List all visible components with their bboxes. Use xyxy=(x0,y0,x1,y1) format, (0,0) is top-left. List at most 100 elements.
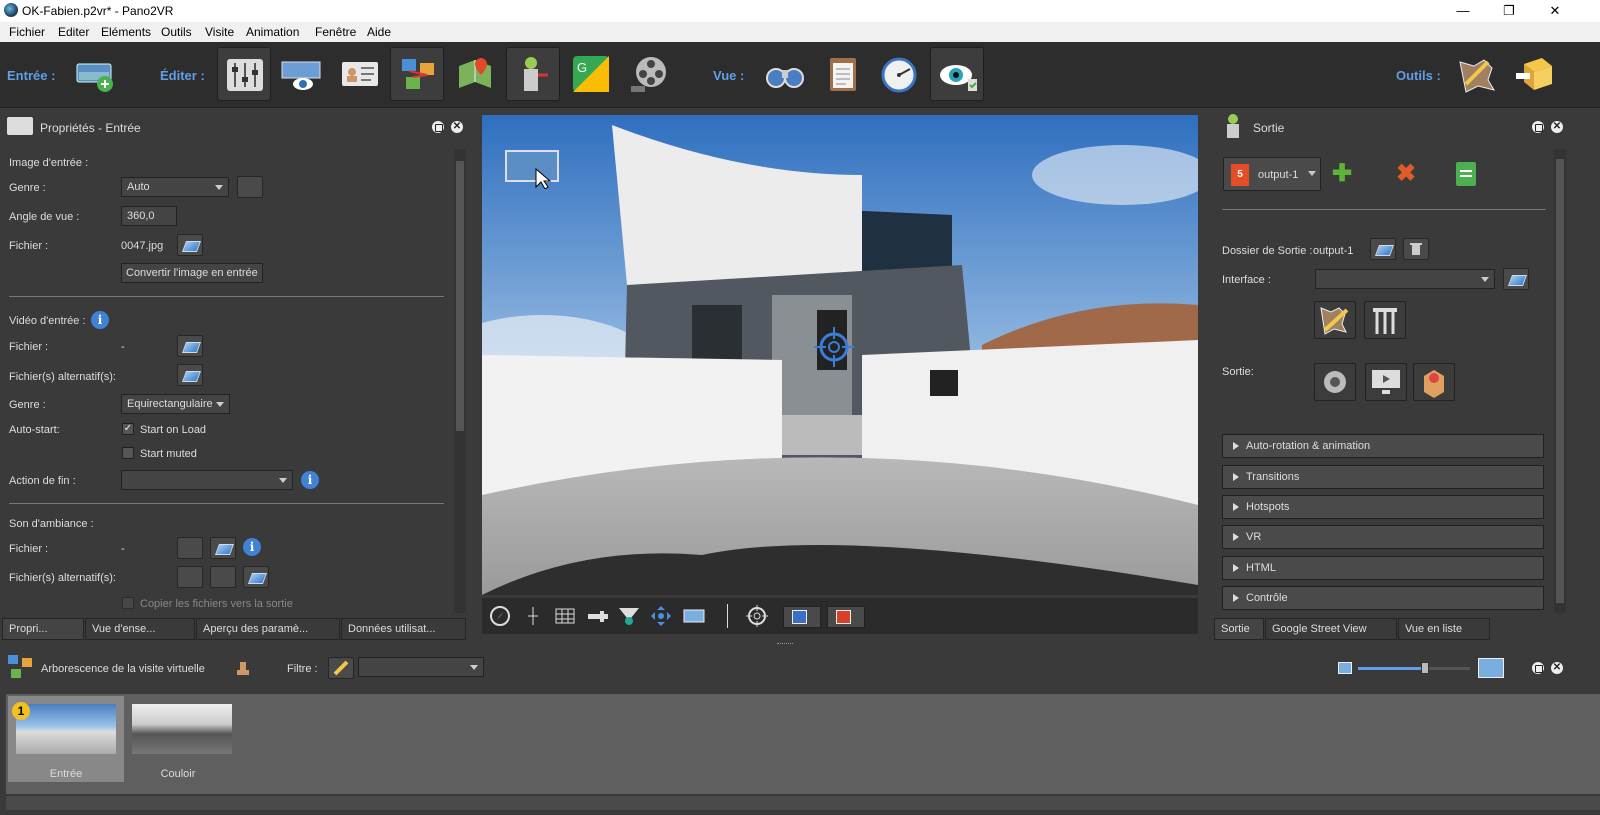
tab-vue-en-liste[interactable]: Vue en liste xyxy=(1398,618,1490,640)
copy-icon[interactable] xyxy=(237,176,263,198)
folder-icon[interactable] xyxy=(210,537,236,559)
tour-map-icon[interactable] xyxy=(390,47,444,101)
pencil-icon[interactable] xyxy=(328,657,354,679)
start-muted-checkbox[interactable] xyxy=(122,447,134,459)
menu-animation[interactable]: Animation xyxy=(246,25,299,39)
level-icon[interactable] xyxy=(586,604,610,628)
convert-button[interactable]: Convertir l'image en entrée xyxy=(121,263,263,283)
close-window-button[interactable]: ✕ xyxy=(1532,0,1578,22)
node-entree[interactable]: 1 Entrée xyxy=(8,696,124,782)
scrollbar[interactable] xyxy=(1554,149,1566,613)
section-html[interactable]: HTML xyxy=(1222,556,1544,580)
stamp-icon[interactable] xyxy=(236,660,258,678)
restore-button[interactable]: ❐ xyxy=(1486,0,1532,22)
folder-icon[interactable] xyxy=(177,364,203,386)
minimize-button[interactable]: — xyxy=(1440,0,1486,22)
target-icon[interactable] xyxy=(745,604,769,628)
sliders-icon[interactable] xyxy=(217,47,271,101)
folder-icon[interactable] xyxy=(177,335,203,357)
close-icon[interactable]: ✕ xyxy=(1551,121,1563,133)
tour-tool-icon[interactable] xyxy=(1449,47,1503,101)
close-icon[interactable]: ✕ xyxy=(451,121,463,133)
tab-proprietes[interactable]: Propri... xyxy=(2,618,84,640)
info-icon[interactable]: i xyxy=(301,471,319,489)
tab-google-street-view[interactable]: Google Street View xyxy=(1265,618,1397,640)
genre-select[interactable]: Auto xyxy=(121,177,229,197)
eye-check-icon[interactable] xyxy=(930,47,984,101)
folder-icon[interactable] xyxy=(1503,268,1529,290)
menu-fichier[interactable]: Fichier xyxy=(9,25,45,39)
add-output-icon[interactable]: ✚ xyxy=(1332,162,1368,187)
zoom-slider[interactable] xyxy=(1358,662,1470,674)
node-couloir[interactable]: Couloir xyxy=(128,696,244,782)
tab-sortie[interactable]: Sortie xyxy=(1214,618,1264,640)
play-icon[interactable] xyxy=(177,537,203,559)
menu-visite[interactable]: Visite xyxy=(205,25,234,39)
start-on-load-checkbox[interactable]: ✓ xyxy=(122,423,134,435)
gauge-icon[interactable] xyxy=(872,47,926,101)
gear-icon[interactable] xyxy=(210,566,236,588)
tools-icon[interactable] xyxy=(1364,301,1406,339)
scrollbar[interactable] xyxy=(454,149,466,613)
gear-icon[interactable] xyxy=(1314,363,1356,401)
tab-vue-ensemble[interactable]: Vue d'ense... xyxy=(85,618,195,640)
section-auto-rotation[interactable]: Auto-rotation & animation xyxy=(1222,434,1544,458)
film-reel-icon[interactable] xyxy=(622,47,676,101)
crosshair-line-icon[interactable] xyxy=(521,604,545,628)
float-icon[interactable] xyxy=(1532,662,1544,674)
copier-checkbox[interactable] xyxy=(122,597,134,609)
folder-icon[interactable] xyxy=(177,234,203,256)
trash-icon[interactable] xyxy=(1403,238,1429,260)
menu-fenetre[interactable]: Fenêtre xyxy=(315,25,356,39)
section-vr[interactable]: VR xyxy=(1222,525,1544,549)
funnel-eye-icon[interactable] xyxy=(617,604,641,628)
section-transitions[interactable]: Transitions xyxy=(1222,465,1544,489)
folder-icon[interactable] xyxy=(1370,238,1396,260)
interface-select[interactable] xyxy=(1315,269,1495,289)
action-fin-select[interactable] xyxy=(121,470,293,490)
float-icon[interactable] xyxy=(1532,121,1544,133)
float-icon[interactable] xyxy=(432,121,444,133)
section-hotspots[interactable]: Hotspots xyxy=(1222,495,1544,519)
play-icon[interactable] xyxy=(177,566,203,588)
grid-icon[interactable] xyxy=(553,604,577,628)
info-icon[interactable]: i xyxy=(91,311,109,329)
filter-select[interactable] xyxy=(358,657,484,677)
output-icon[interactable] xyxy=(506,47,560,101)
folder-icon[interactable] xyxy=(243,566,269,588)
panorama-viewer[interactable] xyxy=(482,115,1198,595)
clipboard-icon[interactable] xyxy=(816,47,870,101)
splitter-handle[interactable] xyxy=(777,643,793,645)
monitor-icon[interactable] xyxy=(1365,363,1407,401)
panorama-add-icon[interactable] xyxy=(68,47,122,101)
output-select[interactable]: 5 output-1 xyxy=(1223,157,1321,191)
close-icon[interactable]: ✕ xyxy=(1551,662,1563,674)
menu-elements[interactable]: Eléments xyxy=(101,25,151,39)
package-tool-icon[interactable] xyxy=(1507,47,1561,101)
package-icon[interactable] xyxy=(1413,363,1455,401)
menu-aide[interactable]: Aide xyxy=(367,25,391,39)
compass-icon[interactable] xyxy=(488,604,512,628)
info-icon[interactable]: i xyxy=(243,538,261,556)
angle-spinbox[interactable]: 360,0 xyxy=(121,206,177,226)
color-picker-blue[interactable] xyxy=(783,606,821,628)
pano-eye-icon[interactable] xyxy=(274,47,328,101)
menu-outils[interactable]: Outils xyxy=(161,25,192,39)
document-icon[interactable] xyxy=(1456,162,1476,186)
binoculars-icon[interactable] xyxy=(758,47,812,101)
zoom-slider-handle[interactable] xyxy=(1421,662,1430,674)
map-pin-icon[interactable] xyxy=(448,47,502,101)
color-picker-red[interactable] xyxy=(827,606,865,628)
move-icon[interactable] xyxy=(649,604,673,628)
skin-editor-icon[interactable] xyxy=(1314,301,1356,339)
menu-editer[interactable]: Editer xyxy=(58,25,89,39)
delete-output-icon[interactable]: ✖ xyxy=(1396,162,1432,187)
tab-donnees-utilisateur[interactable]: Données utilisat... xyxy=(341,618,466,640)
id-card-icon[interactable] xyxy=(333,47,387,101)
horizontal-scrollbar[interactable] xyxy=(6,796,1600,810)
google-street-icon[interactable]: G xyxy=(564,47,618,101)
tab-apercu-parametres[interactable]: Aperçu des paramè... xyxy=(196,618,340,640)
video-genre-select[interactable]: Equirectangulaire xyxy=(121,394,230,414)
panorama-view-icon[interactable] xyxy=(682,604,706,628)
section-controle[interactable]: Contrôle xyxy=(1222,586,1544,610)
